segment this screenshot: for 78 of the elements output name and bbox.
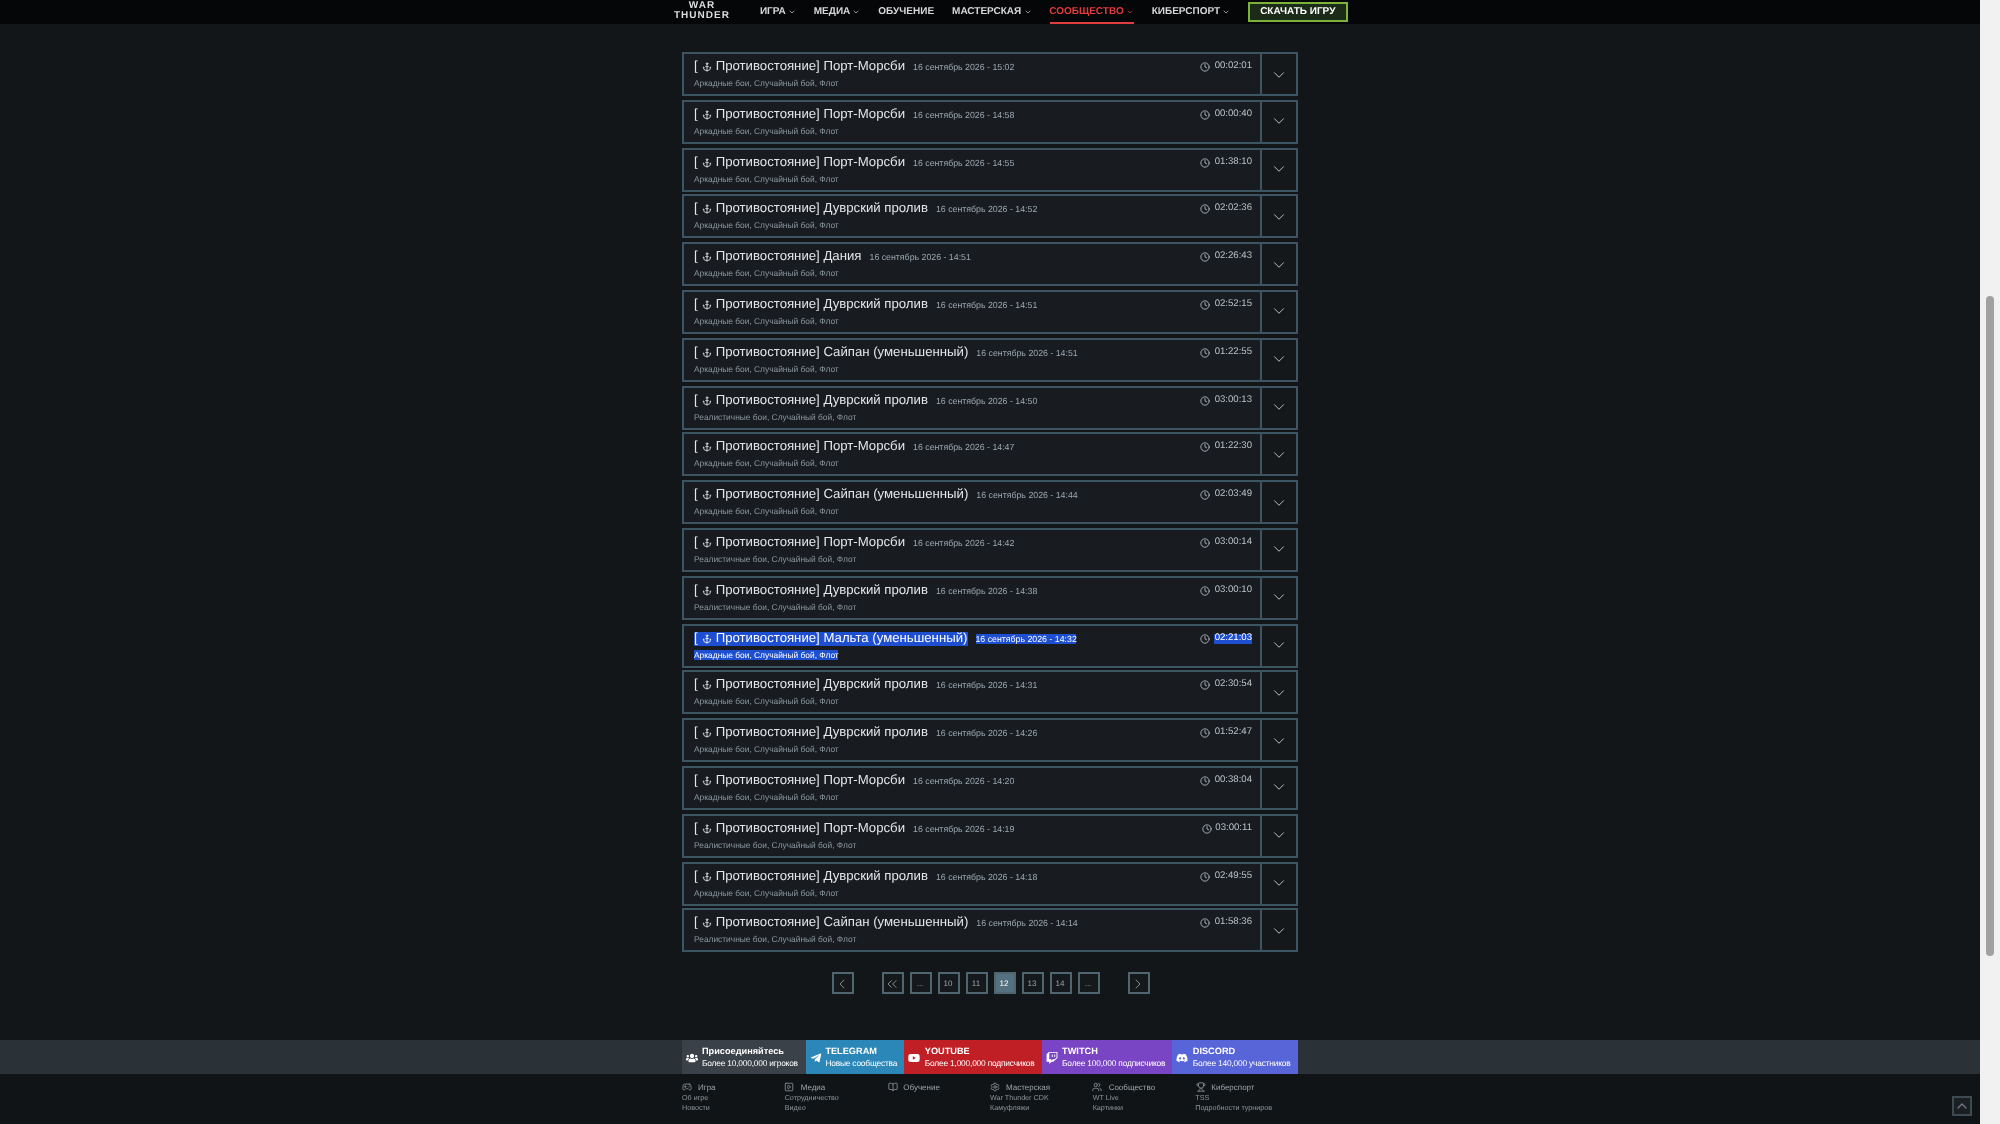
ship-icon bbox=[701, 395, 712, 406]
ship-icon bbox=[701, 299, 712, 310]
expand-button[interactable] bbox=[1262, 289, 1298, 334]
expand-button[interactable] bbox=[1262, 765, 1298, 810]
clock-icon bbox=[1200, 157, 1211, 168]
expand-button[interactable] bbox=[1262, 432, 1298, 477]
expand-button[interactable] bbox=[1262, 861, 1298, 906]
ship-icon bbox=[701, 204, 712, 215]
clock-icon bbox=[1200, 680, 1211, 691]
double-chevron-left-icon bbox=[884, 975, 900, 992]
ship-icon bbox=[701, 109, 712, 120]
discord-icon bbox=[1176, 1051, 1189, 1063]
clock-icon bbox=[1200, 728, 1211, 739]
people-icon bbox=[1092, 1082, 1103, 1092]
clock-icon bbox=[1200, 871, 1211, 882]
youtube-icon bbox=[908, 1051, 921, 1063]
clock-icon bbox=[1200, 585, 1211, 596]
expand-button[interactable] bbox=[1262, 527, 1298, 572]
clock-icon bbox=[1200, 395, 1211, 406]
ship-icon bbox=[701, 252, 712, 263]
clock-icon bbox=[1200, 490, 1211, 501]
gear-icon bbox=[989, 1082, 1000, 1092]
next-page-button[interactable] bbox=[1127, 972, 1149, 995]
expand-button[interactable] bbox=[1262, 52, 1298, 96]
chevron-right-icon bbox=[1130, 975, 1146, 992]
expand-button[interactable] bbox=[1262, 670, 1298, 715]
ship-icon bbox=[701, 871, 712, 882]
ship-icon bbox=[701, 728, 712, 739]
play-icon bbox=[784, 1082, 795, 1092]
expand-button[interactable] bbox=[1262, 813, 1298, 858]
ship-icon bbox=[701, 490, 712, 501]
telegram-icon bbox=[809, 1051, 822, 1063]
clock-icon bbox=[1200, 62, 1211, 72]
expand-button[interactable] bbox=[1262, 99, 1298, 144]
ship-icon bbox=[701, 823, 712, 834]
previous-page-button[interactable] bbox=[831, 972, 853, 995]
ship-icon bbox=[701, 62, 712, 72]
chevron-left-icon bbox=[834, 975, 850, 992]
expand-button[interactable] bbox=[1262, 242, 1298, 287]
scrollbar-thumb[interactable] bbox=[1986, 296, 1994, 956]
ship-icon bbox=[701, 918, 712, 929]
ship-icon bbox=[701, 442, 712, 453]
expand-button[interactable] bbox=[1262, 718, 1298, 763]
people-icon bbox=[686, 1051, 698, 1063]
ship-icon bbox=[701, 633, 712, 644]
clock-icon bbox=[1200, 252, 1211, 263]
expand-button[interactable] bbox=[1262, 908, 1298, 953]
ship-icon bbox=[701, 537, 712, 548]
clock-icon bbox=[1200, 347, 1211, 358]
clock-icon bbox=[1200, 633, 1211, 644]
expand-button[interactable] bbox=[1262, 337, 1298, 382]
expand-button[interactable] bbox=[1262, 575, 1298, 620]
expand-button[interactable] bbox=[1262, 147, 1298, 192]
first-page-button[interactable] bbox=[881, 972, 903, 995]
gamepad-icon bbox=[682, 1082, 692, 1092]
expand-button[interactable] bbox=[1262, 194, 1298, 239]
expand-button[interactable] bbox=[1262, 385, 1298, 430]
clock-icon bbox=[1200, 299, 1211, 310]
ship-icon bbox=[701, 347, 712, 358]
clock-icon bbox=[1200, 775, 1211, 786]
ship-icon bbox=[701, 680, 712, 691]
clock-icon bbox=[1200, 109, 1211, 120]
scroll-to-top-button[interactable] bbox=[1952, 1096, 1972, 1116]
twitch-icon bbox=[1046, 1051, 1059, 1063]
clock-icon bbox=[1200, 204, 1211, 215]
expand-button[interactable] bbox=[1262, 480, 1298, 525]
clock-icon bbox=[1200, 537, 1211, 548]
expand-button[interactable] bbox=[1262, 623, 1298, 668]
book-icon bbox=[887, 1082, 898, 1092]
clock-icon bbox=[1201, 823, 1212, 834]
chevron-up-icon bbox=[1954, 1098, 1970, 1114]
ship-icon bbox=[701, 157, 712, 168]
trophy-icon bbox=[1195, 1082, 1206, 1092]
ship-icon bbox=[701, 585, 712, 596]
clock-icon bbox=[1200, 442, 1211, 453]
clock-icon bbox=[1200, 918, 1211, 929]
scrollbar[interactable] bbox=[1980, 0, 2000, 1124]
ship-icon bbox=[701, 775, 712, 786]
